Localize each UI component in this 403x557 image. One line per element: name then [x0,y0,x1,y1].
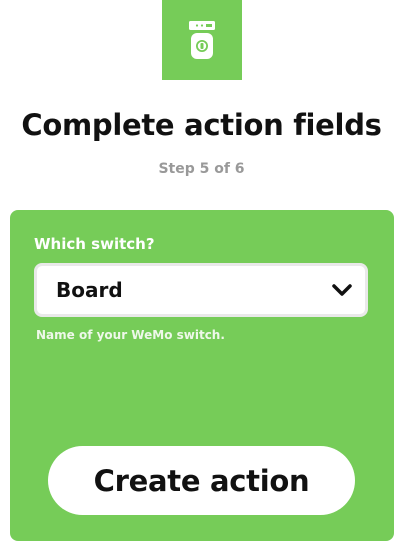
service-logo [162,0,242,80]
field-label-which-switch: Which switch? [34,235,155,253]
wemo-switch-icon [189,21,215,59]
chevron-down-icon [332,284,352,296]
create-action-label: Create action [93,463,310,498]
field-help-text: Name of your WeMo switch. [36,328,225,342]
step-indicator: Step 5 of 6 [158,161,245,177]
page-title: Complete action fields [21,108,382,142]
create-action-button[interactable]: Create action [48,446,355,515]
action-fields-card: Which switch? Board Name of your WeMo sw… [10,210,394,541]
switch-select[interactable]: Board [34,263,368,317]
switch-select-value: Board [56,278,123,302]
